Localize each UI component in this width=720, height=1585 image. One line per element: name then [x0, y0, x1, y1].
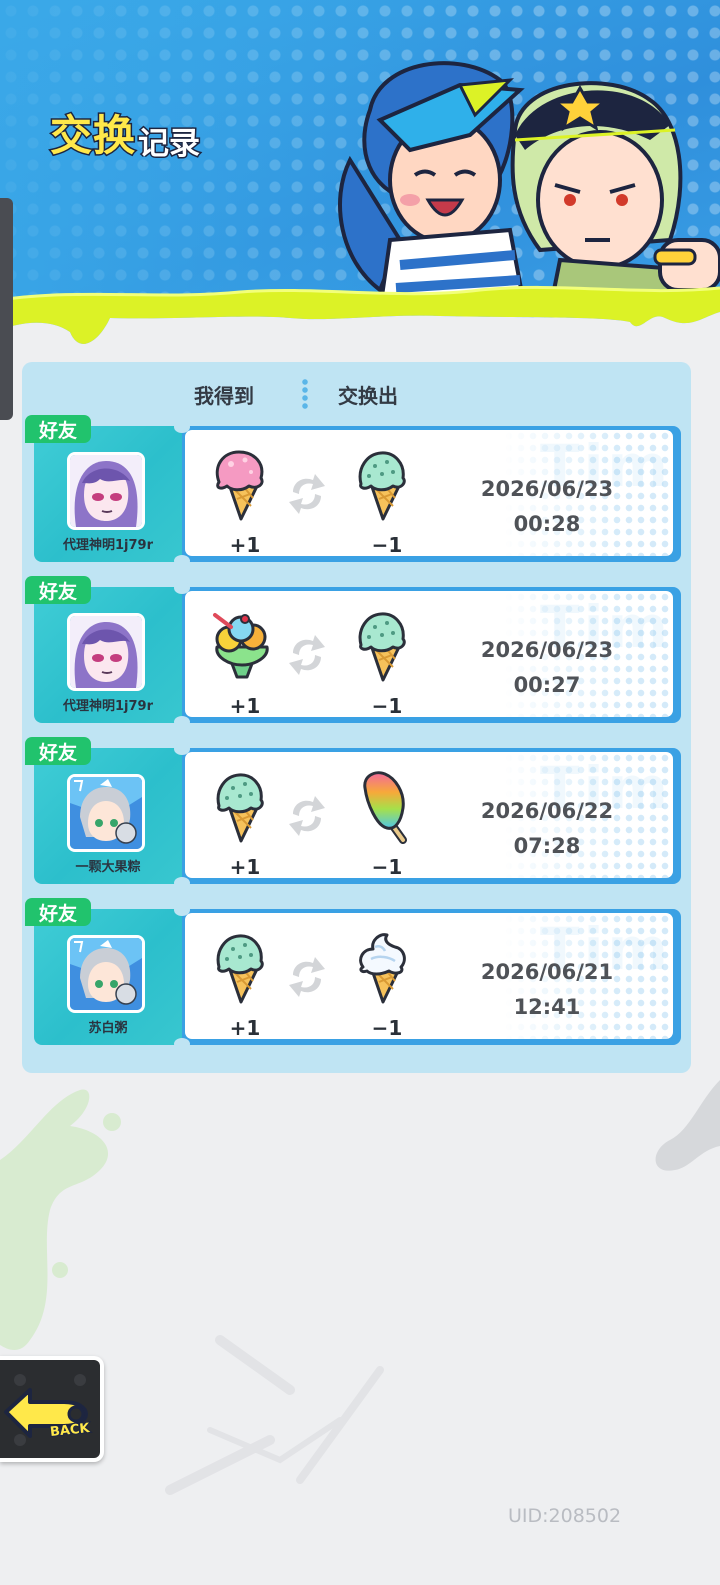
fruit-sundae-cup-icon [213, 613, 269, 679]
side-drawer-handle[interactable] [0, 198, 13, 420]
exchange-time: 12:41 [513, 995, 581, 1019]
page-title-main: 交换 [48, 110, 137, 162]
friend-badge: 好友 [25, 737, 91, 765]
vanilla-soft-serve-cone-icon [359, 933, 406, 1005]
exchange-arrows-icon [289, 796, 325, 836]
exchange-details: Time +1 −1 2026/06/21 12:41 [182, 909, 681, 1045]
friend-badge: 好友 [25, 576, 91, 604]
mint-ice-cream-cone-icon [349, 446, 419, 522]
exchange-arrows-icon [289, 957, 325, 997]
record-row: 代理神明1j79r Time +1 −1 [25, 576, 681, 728]
mint-ice-cream-cone-icon [349, 607, 419, 683]
user-id-label: UID:208502 [508, 1505, 622, 1527]
column-header-received: 我得到 [194, 384, 254, 408]
back-button[interactable]: BACK [0, 1356, 104, 1462]
page-title-sub: 记录 [137, 125, 202, 164]
exchange-date: 2026/06/23 [480, 477, 614, 501]
friend-info: 代理神明1j79r [34, 426, 204, 562]
page-title: 交换 记录 [48, 102, 202, 164]
exchange-timestamp: 2026/06/23 00:28 [447, 472, 647, 542]
exchange-time: 07:28 [513, 834, 581, 858]
back-arrow-icon [4, 1374, 88, 1446]
friend-name: 一颗大果粽 [75, 860, 141, 875]
exchange-details: Time +1 −1 2026/06/23 00:28 [182, 426, 681, 562]
exchange-time: 00:27 [513, 673, 581, 697]
given-quantity: −1 [371, 694, 403, 717]
received-quantity: +1 [229, 533, 261, 556]
exchange-details: Time +1 −1 2026/06/22 07:28 [182, 748, 681, 884]
exchange-timestamp: 2026/06/23 00:27 [447, 633, 647, 703]
mint-ice-cream-cone-icon [207, 929, 277, 1005]
friend-name: 代理神明1j79r [62, 538, 153, 553]
exchange-timestamp: 2026/06/21 12:41 [447, 955, 647, 1025]
header-banner: 交换 记录 [0, 0, 720, 350]
background-line-decoration [165, 1335, 384, 1495]
column-header-given: 交换出 [338, 384, 398, 408]
record-row: 代理神明1j79r Time +1 −1 2026/06/23 00:28 [25, 415, 681, 567]
exchange-arrows-icon [289, 635, 325, 675]
exchange-time: 00:28 [513, 512, 581, 536]
friend-info: 代理神明1j79r [34, 587, 204, 723]
column-separator [302, 378, 308, 410]
given-quantity: −1 [371, 855, 403, 878]
friend-info: 一颗大果粽 [34, 748, 204, 884]
slime-drip-decoration [0, 285, 720, 350]
mint-ice-cream-cone-icon [207, 768, 277, 844]
friend-info: 苏白粥 [34, 909, 204, 1045]
friend-avatar[interactable] [67, 774, 145, 852]
friend-avatar[interactable] [67, 935, 145, 1013]
exchange-date: 2026/06/23 [480, 638, 614, 662]
exchange-timestamp: 2026/06/22 07:28 [447, 794, 647, 864]
record-row: 一颗大果粽 Time +1 −1 2026/06/22 07:28 [25, 737, 681, 889]
received-quantity: +1 [229, 1016, 261, 1039]
rainbow-popsicle-icon [363, 771, 407, 844]
received-quantity: +1 [229, 694, 261, 717]
friend-name: 代理神明1j79r [62, 699, 153, 714]
friend-badge: 好友 [25, 898, 91, 926]
exchange-details: Time +1 −1 2026/06/23 00:27 [182, 587, 681, 723]
given-quantity: −1 [371, 533, 403, 556]
record-row: 苏白粥 Time +1 −1 2026/06/21 12:41 [25, 898, 681, 1050]
exchange-date: 2026/06/22 [480, 799, 614, 823]
received-quantity: +1 [229, 855, 261, 878]
friend-badge: 好友 [25, 415, 91, 443]
exchange-date: 2026/06/21 [480, 960, 614, 984]
strawberry-ice-cream-cone-icon [215, 450, 264, 522]
friend-avatar[interactable] [67, 452, 145, 530]
given-quantity: −1 [371, 1016, 403, 1039]
exchange-arrows-icon [289, 474, 325, 514]
friend-avatar[interactable] [67, 613, 145, 691]
friend-name: 苏白粥 [88, 1021, 128, 1036]
